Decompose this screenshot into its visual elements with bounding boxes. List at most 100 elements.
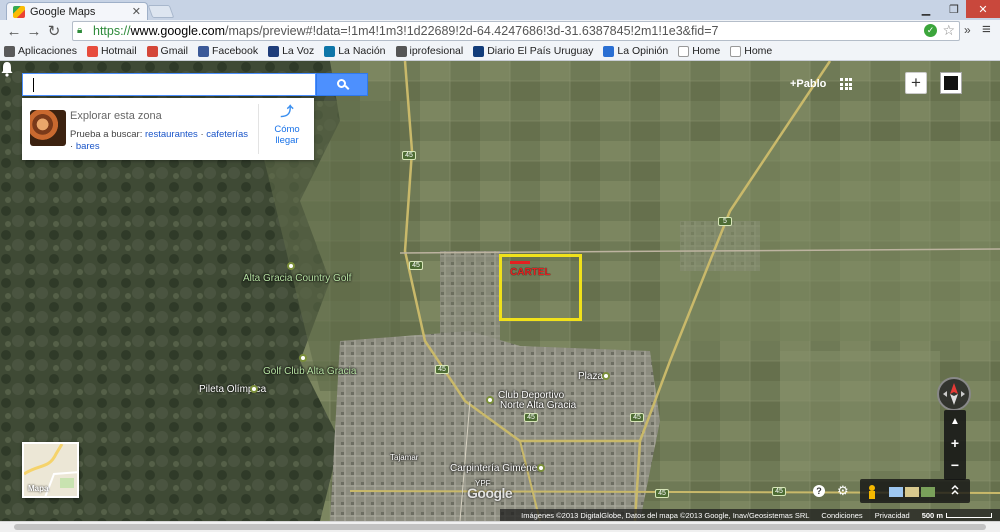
window-titlebar: Google Maps ✕ ▁ ❐ ✕: [0, 0, 1000, 20]
url-path: /maps/preview#!data=!1m4!1m3!1d22689!2d-…: [225, 24, 719, 38]
new-tab-button[interactable]: [147, 5, 175, 18]
url-host: www.google.com: [130, 24, 226, 38]
explore-suggestions: Prueba a buscar: restaurantes · cafeterí…: [70, 129, 248, 152]
bookmark-item[interactable]: Home: [678, 45, 720, 57]
tab-title: Google Maps: [30, 5, 96, 18]
poi-label-golf-club[interactable]: Golf Club Alta Gracia: [263, 366, 356, 377]
apps-grid-icon: [4, 45, 15, 57]
route-shield: 45: [409, 261, 423, 270]
pool-poi-icon[interactable]: [250, 385, 258, 393]
privacy-link[interactable]: Privacidad: [875, 511, 910, 520]
link-bares[interactable]: bares: [76, 141, 100, 152]
route-shield: 45: [524, 413, 538, 422]
close-window-button[interactable]: ✕: [966, 0, 1000, 18]
club-poi-icon[interactable]: [486, 396, 494, 404]
page-icon: [730, 45, 742, 57]
bookmark-item[interactable]: Home: [730, 45, 772, 57]
golf-club-poi-icon[interactable]: [299, 354, 307, 362]
bookmark-label: Home: [692, 45, 721, 57]
poi-label-tajamar[interactable]: Tajamar: [390, 453, 418, 462]
bookmark-label: Diario El País Uruguay: [487, 45, 594, 57]
browser-tab[interactable]: Google Maps ✕: [6, 2, 148, 20]
address-bar[interactable]: 🔒︎ https://www.google.com/maps/preview#!…: [72, 21, 960, 41]
browser-toolbar: ← → ↻ 🔒︎ https://www.google.com/maps/pre…: [0, 20, 1000, 42]
zoom-in-button[interactable]: +: [944, 432, 966, 454]
tab-close-icon[interactable]: ✕: [132, 5, 141, 18]
horizontal-scrollbar[interactable]: [0, 521, 1000, 532]
maximize-button[interactable]: ❐: [940, 0, 968, 18]
golf-poi-icon[interactable]: [287, 262, 295, 270]
bookmark-item[interactable]: La Opinión: [603, 45, 668, 57]
highlight-rectangle: [499, 254, 582, 321]
back-arrow-icon[interactable]: ←: [4, 21, 24, 41]
url-text[interactable]: https://www.google.com/maps/preview#!dat…: [93, 24, 718, 38]
help-icon[interactable]: ?: [813, 485, 825, 497]
bookmark-item[interactable]: La Voz: [268, 45, 314, 57]
bookmark-item[interactable]: Diario El País Uruguay: [473, 45, 593, 57]
map-type-label: Mapa: [28, 484, 49, 493]
poi-label-country-golf[interactable]: Alta Gracia Country Golf: [243, 273, 351, 284]
route-shield: 5: [718, 217, 732, 226]
route-shield: 45: [630, 413, 644, 422]
search-button[interactable]: [316, 73, 368, 96]
la-opinion-icon: [603, 45, 615, 57]
divider: [258, 104, 259, 154]
imagery-thumbnails: [869, 484, 959, 499]
user-profile-link[interactable]: +Pablo: [790, 78, 826, 90]
poi-label-plaza[interactable]: Plaza: [578, 371, 603, 382]
directions-button[interactable]: ⤴ Cómo llegar: [266, 105, 308, 146]
imagery-tray[interactable]: [860, 479, 970, 503]
poi-label-carpinteria[interactable]: Carpintería Giménez: [450, 463, 542, 474]
food-thumbnail: [30, 110, 66, 146]
bookmark-label: La Voz: [282, 45, 315, 57]
bookmark-item[interactable]: Facebook: [197, 45, 259, 57]
bookmark-item[interactable]: La Nación: [324, 45, 386, 57]
share-plus-button[interactable]: +: [905, 72, 927, 94]
bookmarks-bar: Aplicaciones Hotmail Gmail Facebook La Voz La…: [0, 42, 1000, 61]
plaza-poi-icon[interactable]: [602, 372, 610, 380]
gear-icon[interactable]: ⚙: [837, 484, 850, 497]
shop-poi-icon[interactable]: [537, 464, 545, 472]
bookmark-item[interactable]: iprofesional: [395, 45, 464, 57]
lock-icon: 🔒︎: [77, 25, 83, 36]
map-type-toggle[interactable]: Mapa: [22, 442, 79, 498]
account-avatar[interactable]: [940, 72, 962, 94]
bookmark-star-icon[interactable]: ☆: [942, 22, 955, 39]
notification-bell-icon[interactable]: [0, 61, 14, 77]
link-cafeterias[interactable]: cafeterías: [206, 129, 248, 140]
bookmark-item[interactable]: Hotmail: [86, 45, 137, 57]
bookmark-label: Home: [744, 45, 773, 57]
terms-link[interactable]: Condiciones: [821, 511, 862, 520]
forward-arrow-icon[interactable]: →: [24, 21, 44, 41]
map-canvas[interactable]: Explorar esta zona Prueba a buscar: rest…: [0, 61, 1000, 521]
link-restaurantes[interactable]: restaurantes: [145, 129, 198, 140]
bookmark-item[interactable]: Aplicaciones: [4, 45, 77, 57]
scrollbar-thumb[interactable]: [14, 524, 986, 530]
windows-flag-icon: [86, 45, 98, 57]
search-input[interactable]: [22, 73, 316, 96]
explore-area-card: Explorar esta zona Prueba a buscar: rest…: [22, 98, 314, 160]
gmail-icon: [146, 45, 158, 57]
zoom-out-button[interactable]: −: [944, 454, 966, 476]
iprofesional-icon: [395, 45, 407, 57]
compass-control[interactable]: [937, 377, 971, 411]
chevron-right-double-icon[interactable]: »: [964, 23, 971, 37]
google-maps-favicon-icon: [13, 5, 25, 18]
bookmark-item[interactable]: Gmail: [146, 45, 188, 57]
bookmark-label: Gmail: [160, 45, 188, 57]
url-scheme: https://: [93, 24, 131, 38]
google-logo: Google: [467, 485, 513, 501]
directions-label: Cómo llegar: [274, 124, 300, 146]
zoom-controls: ▲ + −: [944, 410, 966, 480]
bookmark-label: Facebook: [211, 45, 259, 57]
reload-icon[interactable]: ↻: [44, 21, 64, 41]
bookmark-label: iprofesional: [409, 45, 464, 57]
apps-grid-icon[interactable]: [840, 78, 852, 90]
facebook-icon: [197, 45, 209, 57]
bookmark-label: Aplicaciones: [18, 45, 77, 57]
poi-label-club-line2[interactable]: Norte Alta Gracia: [500, 400, 576, 411]
pegman-icon[interactable]: ▲: [944, 410, 966, 432]
check-circle-icon[interactable]: ✓: [924, 24, 937, 37]
hamburger-menu-icon[interactable]: ≡: [982, 21, 991, 38]
minimize-button[interactable]: ▁: [912, 0, 940, 18]
